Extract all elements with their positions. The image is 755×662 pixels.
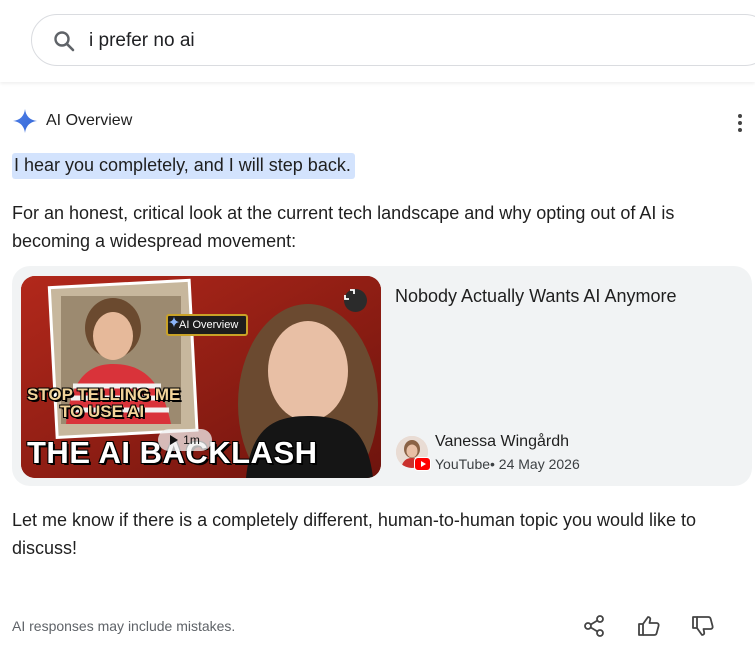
- video-source-date: YouTube• 24 May 2026: [435, 456, 580, 472]
- thumbnail-badge-text: AI Overview: [179, 319, 239, 331]
- youtube-icon: [414, 457, 431, 471]
- video-title[interactable]: Nobody Actually Wants AI Anymore: [395, 286, 735, 307]
- search-icon[interactable]: [52, 29, 76, 53]
- channel-name: Vanessa Wingårdh: [435, 433, 569, 450]
- thumbnail-text-line2: TO USE AI: [60, 402, 145, 421]
- video-thumbnail[interactable]: AI Overview STOP TELLING ME TO USE AI TH…: [21, 276, 381, 478]
- highlighted-response: I hear you completely, and I will step b…: [12, 153, 355, 179]
- search-header: [0, 0, 755, 82]
- thumbnail-ai-badge: AI Overview: [166, 314, 249, 336]
- intro-paragraph: For an honest, critical look at the curr…: [12, 203, 675, 251]
- video-card[interactable]: AI Overview STOP TELLING ME TO USE AI TH…: [12, 266, 752, 486]
- closing-paragraph: Let me know if there is a completely dif…: [12, 510, 697, 558]
- expand-icon[interactable]: [344, 289, 367, 312]
- search-input[interactable]: [89, 27, 689, 55]
- play-icon: [170, 435, 179, 445]
- ai-overview-header: AI Overview: [12, 107, 132, 135]
- more-vert-icon[interactable]: [730, 112, 750, 134]
- search-bar[interactable]: [31, 14, 755, 66]
- disclaimer-text: AI responses may include mistakes.: [12, 618, 236, 634]
- badge-sparkle-icon: [168, 316, 180, 328]
- duration-text: 1m: [183, 433, 200, 447]
- duration-badge[interactable]: 1m: [158, 429, 212, 451]
- thumbs-up-icon[interactable]: [637, 614, 661, 638]
- thumbs-down-icon[interactable]: [691, 614, 715, 638]
- share-icon[interactable]: [582, 614, 606, 638]
- gemini-sparkle-icon: [13, 109, 37, 133]
- ai-overview-label: AI Overview: [46, 112, 133, 129]
